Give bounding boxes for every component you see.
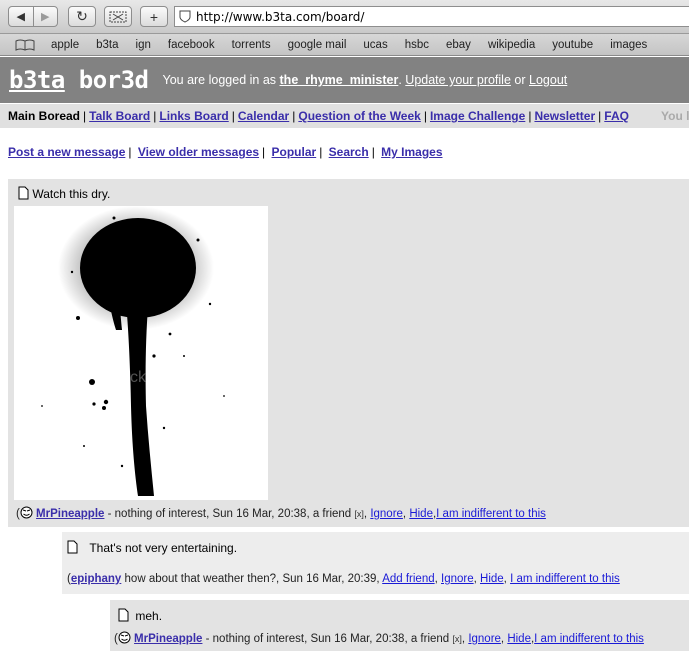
post-new-message-link[interactable]: Post a new message — [8, 145, 125, 159]
meta-text: how about that weather then?, Sun 16 Mar… — [121, 573, 383, 585]
document-icon[interactable] — [18, 186, 29, 200]
meta-text: - nothing of interest, Sun 16 Mar, 20:38… — [104, 508, 355, 520]
bookmark-ebay[interactable]: ebay — [446, 39, 471, 51]
my-images-link[interactable]: My Images — [381, 145, 442, 159]
site-header: b3ta bor3d You are logged in as the_rhym… — [0, 57, 689, 103]
nav-main-board: Main Boread — [8, 109, 81, 123]
hide-link[interactable]: Hide — [507, 633, 531, 645]
reload-icon[interactable]: ↻ — [68, 6, 96, 27]
back-icon[interactable]: ◀ — [9, 7, 33, 26]
back-forward-group: ◀ ▶ — [8, 6, 58, 27]
post-text: Watch this dry. — [32, 187, 111, 201]
hide-link[interactable]: Hide — [409, 508, 433, 520]
logo-bor3d: bor3d — [64, 66, 149, 94]
post-meta: (epiphany how about that weather then?, … — [67, 573, 620, 585]
bookmark-torrents[interactable]: torrents — [232, 39, 271, 51]
friend-smiley-icon — [20, 506, 33, 519]
document-icon[interactable] — [67, 540, 78, 554]
ignore-link[interactable]: Ignore — [441, 573, 474, 585]
post-text: meh. — [135, 609, 163, 623]
document-icon[interactable] — [118, 608, 129, 622]
bookmark-facebook[interactable]: facebook — [168, 39, 215, 51]
nav-faq[interactable]: FAQ — [604, 109, 629, 123]
author-link[interactable]: epiphany — [71, 573, 121, 585]
popular-link[interactable]: Popular — [272, 145, 317, 159]
bookmark-ucas[interactable]: ucas — [363, 39, 387, 51]
forward-icon[interactable]: ▶ — [32, 7, 58, 26]
view-older-messages-link[interactable]: View older messages — [138, 145, 259, 159]
site-logo[interactable]: b3ta bor3d — [9, 66, 149, 94]
logged-in-label: You are logged in as — [162, 73, 277, 87]
nav-links-board[interactable]: Links Board — [159, 109, 228, 123]
image-watermark: ck — [130, 369, 147, 386]
site-icon — [179, 10, 191, 23]
search-link[interactable]: Search — [329, 145, 369, 159]
post-meta: ( MrPineapple - nothing of interest, Sun… — [16, 506, 546, 520]
bookmark-images[interactable]: images — [610, 39, 647, 51]
nav-talk-board[interactable]: Talk Board — [89, 109, 150, 123]
remove-friend-icon[interactable]: [x] — [354, 509, 364, 519]
logo-b3ta: b3ta — [9, 66, 65, 94]
url-field[interactable]: http://www.b3ta.com/board/ — [174, 6, 689, 27]
post-body: That's not very entertaining. — [67, 540, 237, 555]
logout-link[interactable]: Logout — [529, 73, 567, 87]
browser-toolbar: ◀ ▶ ↻ + http://www.b3ta.com/board/ — [0, 0, 689, 34]
post-body: meh. — [118, 608, 162, 623]
nav-newsletter[interactable]: Newsletter — [534, 109, 595, 123]
nav-right-text: You l — [661, 109, 689, 123]
nav-question-of-the-week[interactable]: Question of the Week — [298, 109, 420, 123]
username-link[interactable]: the_rhyme_minister — [280, 73, 399, 87]
add-friend-link[interactable]: Add friend — [382, 573, 434, 585]
nav-calendar[interactable]: Calendar — [238, 109, 289, 123]
bookmark-b3ta[interactable]: b3ta — [96, 39, 118, 51]
bookmark-wikipedia[interactable]: wikipedia — [488, 39, 535, 51]
period: . — [398, 73, 402, 87]
snapback-icon[interactable] — [104, 6, 132, 27]
login-status: You are logged in as the_rhyme_minister.… — [163, 73, 568, 87]
or-text: or — [514, 73, 526, 87]
url-text: http://www.b3ta.com/board/ — [196, 9, 365, 24]
post-text: That's not very entertaining. — [89, 541, 238, 555]
indifferent-link[interactable]: I am indifferent to this — [510, 573, 620, 585]
indifferent-link[interactable]: I am indifferent to this — [436, 508, 546, 520]
board-nav: Main Boread | Talk Board | Links Board | Ca… — [0, 104, 689, 128]
bookmark-ign[interactable]: ign — [136, 39, 151, 51]
bookmark-apple[interactable]: apple — [51, 39, 79, 51]
ignore-link[interactable]: Ignore — [370, 508, 403, 520]
bookmarks-bar: apple b3ta ign facebook torrents google … — [0, 34, 689, 56]
ignore-link[interactable]: Ignore — [468, 633, 501, 645]
add-bookmark-icon[interactable]: + — [140, 6, 168, 27]
friend-smiley-icon — [118, 631, 131, 644]
author-link[interactable]: MrPineapple — [36, 508, 104, 520]
bookmark-google-mail[interactable]: google mail — [288, 39, 347, 51]
bookmarks-book-icon[interactable] — [15, 39, 35, 51]
hide-link[interactable]: Hide — [480, 573, 504, 585]
meta-text: - nothing of interest, Sun 16 Mar, 20:38… — [202, 633, 453, 645]
nav-image-challenge[interactable]: Image Challenge — [430, 109, 525, 123]
bookmark-youtube[interactable]: youtube — [552, 39, 593, 51]
remove-friend-icon[interactable]: [x] — [452, 634, 462, 644]
post-meta: ( MrPineapple - nothing of interest, Sun… — [114, 631, 644, 645]
board-actions: Post a new message | View older messages |… — [8, 145, 443, 159]
post-body: Watch this dry. — [18, 186, 110, 201]
update-profile-link[interactable]: Update your profile — [405, 73, 511, 87]
indifferent-link[interactable]: I am indifferent to this — [534, 633, 644, 645]
author-link[interactable]: MrPineapple — [134, 633, 202, 645]
bookmark-hsbc[interactable]: hsbc — [405, 39, 429, 51]
post-image[interactable]: ck — [14, 206, 268, 500]
spray-paint-image: ck — [41, 206, 225, 496]
